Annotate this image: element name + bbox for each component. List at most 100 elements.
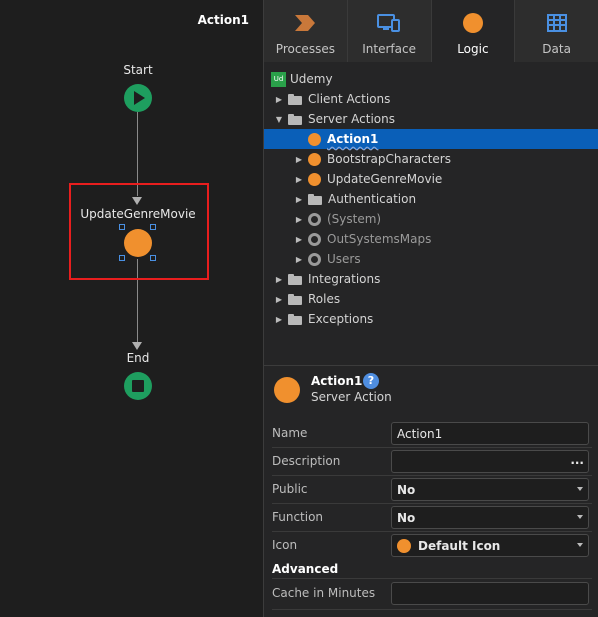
play-icon <box>134 91 145 105</box>
action-icon <box>397 538 411 553</box>
highlight-box <box>69 183 209 280</box>
arrow-down-icon <box>132 342 142 350</box>
tree-item-label: Server Actions <box>308 112 395 126</box>
folder-icon <box>288 113 302 125</box>
data-icon <box>546 12 567 34</box>
server-action-icon <box>308 172 321 186</box>
module-icon: Ud <box>271 71 286 87</box>
chevron-right-icon[interactable]: ▶ <box>274 289 284 309</box>
chevron-right-icon[interactable]: ▶ <box>274 309 284 329</box>
stop-icon <box>132 380 144 392</box>
tree-item-system[interactable]: ▶ (System) <box>264 209 598 229</box>
tree-item-client-actions[interactable]: ▶ Client Actions <box>264 89 598 109</box>
server-action-icon <box>274 377 300 403</box>
tab-label: Data <box>542 42 571 56</box>
chevron-right-icon[interactable]: ▶ <box>294 189 304 209</box>
logic-tree: Ud Udemy ▶ Client Actions ▼ Server Actio… <box>264 66 598 366</box>
folder-icon <box>308 193 322 205</box>
processes-icon <box>293 12 317 34</box>
chevron-down-icon <box>577 543 583 547</box>
tree-item-label: UpdateGenreMovie <box>327 172 443 186</box>
tree-root-udemy[interactable]: Ud Udemy <box>264 69 598 89</box>
icon-select[interactable]: Default Icon <box>391 534 589 557</box>
logic-icon <box>462 12 484 34</box>
tab-interface[interactable]: Interface <box>348 0 432 62</box>
chevron-right-icon[interactable]: ▶ <box>274 89 284 109</box>
prop-row-description: Description ... <box>272 450 592 474</box>
server-action-icon <box>308 132 321 146</box>
tree-item-label: OutSystemsMaps <box>327 232 432 246</box>
folder-icon <box>288 293 302 305</box>
prop-value: Default Icon <box>418 538 501 553</box>
prop-label: Cache in Minutes <box>272 586 376 600</box>
tree-item-updategenremovie[interactable]: ▶ UpdateGenreMovie <box>264 169 598 189</box>
flow-canvas[interactable]: Action1 Start UpdateGenreMovie End <box>0 0 263 617</box>
dependency-icon <box>308 212 321 226</box>
tree-item-integrations[interactable]: ▶ Integrations <box>264 269 598 289</box>
prop-label: Public <box>272 482 308 496</box>
tree-item-outsystemsmaps[interactable]: ▶ OutSystemsMaps <box>264 229 598 249</box>
properties-title: Action1 <box>311 374 363 388</box>
right-panel: Processes Interface Logic Data Ud Udemy <box>263 0 598 617</box>
tree-item-label: (System) <box>327 212 382 226</box>
description-input[interactable]: ... <box>391 450 589 473</box>
tab-label: Processes <box>275 42 335 56</box>
start-label: Start <box>123 63 153 77</box>
tab-label: Logic <box>457 42 489 56</box>
tree-item-label: Exceptions <box>308 312 374 326</box>
tree-item-action1[interactable]: Action1 <box>264 129 598 149</box>
chevron-right-icon[interactable]: ▶ <box>294 249 304 269</box>
prop-row-public: Public No <box>272 478 592 502</box>
tree-item-server-actions[interactable]: ▼ Server Actions <box>264 109 598 129</box>
chevron-right-icon[interactable]: ▶ <box>294 149 304 169</box>
prop-row-function: Function No <box>272 506 592 530</box>
chevron-down-icon <box>577 515 583 519</box>
tree-item-label: Roles <box>308 292 341 306</box>
prop-row-cache: Cache in Minutes <box>272 582 592 606</box>
divider <box>272 578 592 579</box>
name-input[interactable]: Action1 <box>391 422 589 445</box>
panel-divider <box>264 365 598 366</box>
prop-label: Icon <box>272 538 298 552</box>
prop-label: Name <box>272 426 308 440</box>
dependency-icon <box>308 252 321 266</box>
tree-item-label: Action1 <box>327 132 379 146</box>
function-select[interactable]: No <box>391 506 589 529</box>
tab-data[interactable]: Data <box>515 0 598 62</box>
chevron-right-icon[interactable]: ▶ <box>274 269 284 289</box>
tree-item-label: Users <box>327 252 361 266</box>
server-action-icon <box>308 152 321 166</box>
chevron-right-icon[interactable]: ▶ <box>294 169 304 189</box>
tab-bar: Processes Interface Logic Data <box>264 0 598 62</box>
folder-icon <box>288 93 302 105</box>
folder-icon <box>288 273 302 285</box>
chevron-right-icon[interactable]: ▶ <box>294 209 304 229</box>
ellipsis-button[interactable]: ... <box>570 453 584 467</box>
canvas-title: Action1 <box>197 13 249 27</box>
end-node[interactable] <box>124 372 152 400</box>
tree-item-roles[interactable]: ▶ Roles <box>264 289 598 309</box>
chevron-right-icon[interactable]: ▶ <box>294 229 304 249</box>
tree-item-users[interactable]: ▶ Users <box>264 249 598 269</box>
divider <box>272 531 592 532</box>
tree-item-bootstrapcharacters[interactable]: ▶ BootstrapCharacters <box>264 149 598 169</box>
tree-item-authentication[interactable]: ▶ Authentication <box>264 189 598 209</box>
advanced-section-title: Advanced <box>272 562 339 576</box>
prop-row-name: Name Action1 <box>272 422 592 446</box>
tree-item-label: Client Actions <box>308 92 391 106</box>
tree-item-label: Udemy <box>290 72 333 86</box>
tree-item-exceptions[interactable]: ▶ Exceptions <box>264 309 598 329</box>
divider <box>272 447 592 448</box>
divider <box>272 503 592 504</box>
chevron-down-icon <box>577 487 583 491</box>
help-icon[interactable]: ? <box>363 373 379 389</box>
chevron-down-icon[interactable]: ▼ <box>274 109 284 129</box>
start-node[interactable] <box>124 84 152 112</box>
tree-item-label: Authentication <box>328 192 417 206</box>
divider <box>272 475 592 476</box>
prop-value: No <box>397 482 416 497</box>
tab-processes[interactable]: Processes <box>264 0 348 62</box>
public-select[interactable]: No <box>391 478 589 501</box>
cache-minutes-input[interactable] <box>391 582 589 605</box>
tab-logic[interactable]: Logic <box>431 0 516 62</box>
